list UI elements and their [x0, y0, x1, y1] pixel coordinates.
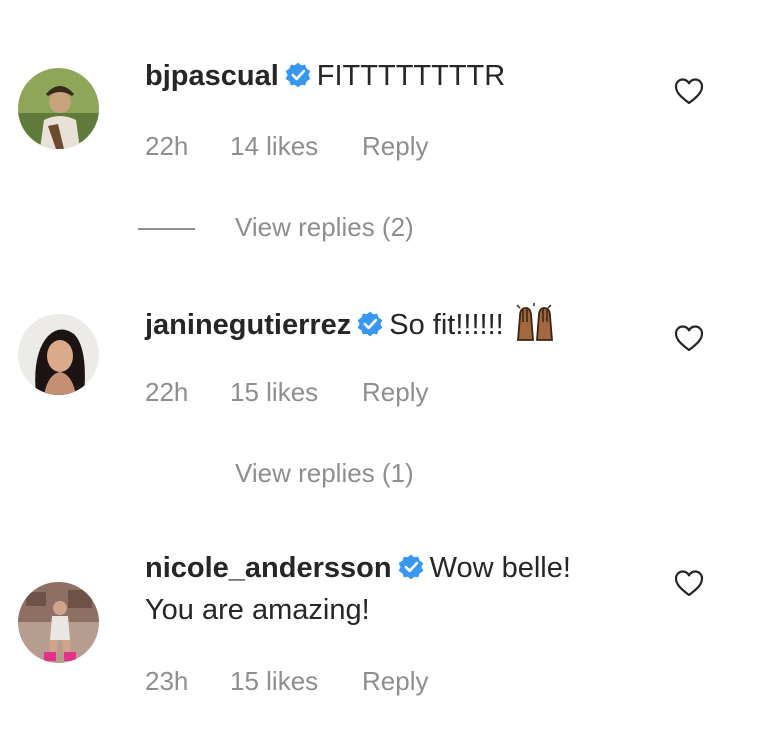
avatar[interactable]: [18, 314, 99, 395]
reply-button[interactable]: Reply: [362, 664, 428, 698]
username-link[interactable]: bjpascual: [145, 60, 279, 92]
avatar[interactable]: [18, 68, 99, 149]
verified-badge-icon: [357, 311, 383, 337]
likes-count[interactable]: 14 likes: [230, 129, 362, 163]
comment-text-continued: You are amazing!: [145, 594, 370, 626]
verified-badge-icon: [398, 554, 424, 580]
timestamp[interactable]: 23h: [145, 664, 230, 698]
heart-outline-icon[interactable]: [673, 323, 705, 353]
heart-outline-icon[interactable]: [673, 568, 705, 598]
verified-badge-icon: [285, 62, 311, 88]
username-link[interactable]: janinegutierrez: [145, 309, 351, 341]
likes-count[interactable]: 15 likes: [230, 664, 362, 698]
view-replies-button[interactable]: View replies (2): [138, 210, 414, 244]
username-link[interactable]: nicole_andersson: [145, 552, 392, 584]
raising-hands-emoji-icon: [514, 302, 556, 342]
reply-button[interactable]: Reply: [362, 375, 428, 409]
view-replies-label: View replies (1): [235, 458, 414, 488]
timestamp[interactable]: 22h: [145, 129, 230, 163]
comment-text: FITTTTTTTTR: [316, 60, 506, 92]
avatar[interactable]: [18, 582, 99, 663]
comment-text: So fit!!!!!!: [389, 309, 504, 341]
timestamp[interactable]: 22h: [145, 375, 230, 409]
comment-meta: 23h 15 likes Reply: [145, 664, 428, 698]
divider-line: [138, 228, 195, 231]
reply-button[interactable]: Reply: [362, 129, 428, 163]
comment-text-line: bjpascual FITTTTTTTTR: [145, 56, 505, 96]
comment-text-line: nicole_andersson Wow belle!: [145, 548, 571, 588]
comment-meta: 22h 14 likes Reply: [145, 129, 428, 163]
comment-text: Wow belle!: [429, 552, 571, 584]
comment-meta: 22h 15 likes Reply: [145, 375, 428, 409]
heart-outline-icon[interactable]: [673, 76, 705, 106]
view-replies-label: View replies (2): [235, 212, 414, 242]
comment-text-line: janinegutierrez So fit!!!!!!: [145, 302, 556, 345]
view-replies-button[interactable]: View replies (1): [138, 456, 414, 490]
likes-count[interactable]: 15 likes: [230, 375, 362, 409]
